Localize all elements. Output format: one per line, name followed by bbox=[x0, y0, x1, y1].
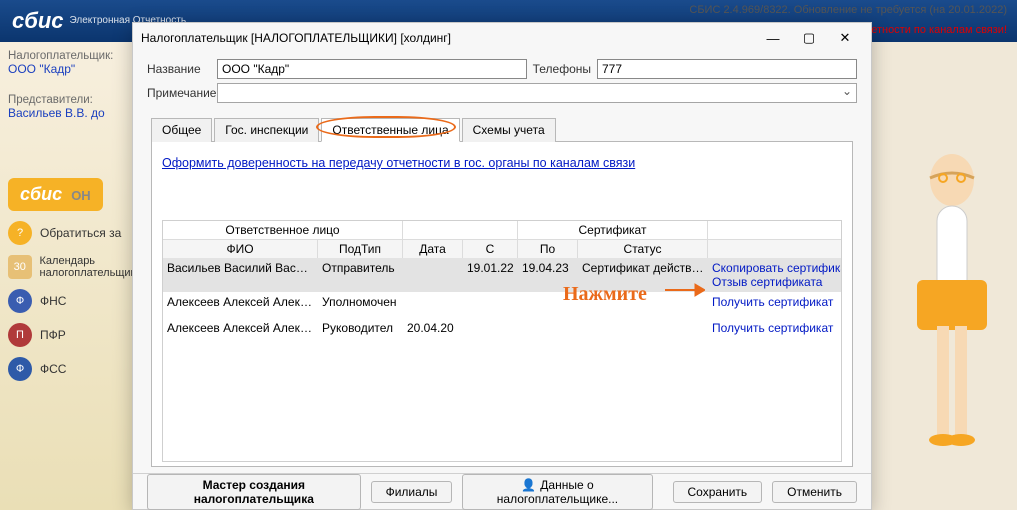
fss-icon: Ф bbox=[8, 357, 32, 381]
phone-label: Телефоны bbox=[527, 62, 597, 76]
wizard-button[interactable]: Мастер создания налогоплательщика bbox=[147, 474, 361, 510]
app-logo: сбис bbox=[12, 8, 64, 34]
name-label: Название bbox=[147, 62, 217, 76]
warning-label: етности по каналам связи! bbox=[871, 24, 1007, 36]
revoke-cert-link[interactable]: Отзыв сертификата bbox=[712, 275, 822, 289]
close-button[interactable]: ✕ bbox=[827, 27, 863, 49]
copy-cert-link[interactable]: Скопировать сертификат bbox=[712, 261, 842, 275]
sidebar-logo: сбис ОН bbox=[8, 178, 103, 211]
pfr-icon: П bbox=[8, 323, 32, 347]
col-status: Статус bbox=[578, 240, 708, 258]
proxy-link[interactable]: Оформить доверенность на передачу отчетн… bbox=[162, 156, 842, 170]
note-label: Примечание bbox=[147, 86, 217, 100]
taxpayer-dialog: Налогоплательщик [НАЛОГОПЛАТЕЛЬЩИКИ] [хо… bbox=[132, 22, 872, 510]
phone-input[interactable] bbox=[597, 59, 857, 79]
taxpayer-data-button[interactable]: 👤Данные о налогоплательщике... bbox=[462, 474, 652, 510]
branches-button[interactable]: Филиалы bbox=[371, 481, 453, 503]
tab-inspections[interactable]: Гос. инспекции bbox=[214, 118, 319, 142]
table-row[interactable]: Алексеев Алексей Алексее Уполномочен Пол… bbox=[163, 292, 841, 312]
fns-icon: Ф bbox=[8, 289, 32, 313]
assistant-illustration bbox=[897, 140, 1007, 460]
get-cert-link[interactable]: Получить сертификат bbox=[712, 295, 833, 309]
col-to: По bbox=[518, 240, 578, 258]
col-type: ПодТип bbox=[318, 240, 403, 258]
cancel-button[interactable]: Отменить bbox=[772, 481, 857, 503]
dialog-title: Налогоплательщик [НАЛОГОПЛАТЕЛЬЩИКИ] [хо… bbox=[141, 31, 451, 45]
version-label: СБИС 2.4.969/8322. Обновление не требует… bbox=[689, 4, 1007, 16]
tab-general[interactable]: Общее bbox=[151, 118, 212, 142]
name-input[interactable] bbox=[217, 59, 527, 79]
col-from: С bbox=[463, 240, 518, 258]
col-group-cert: Сертификат bbox=[518, 221, 708, 239]
table-row[interactable]: Алексеев Алексей Алексее Руководител 20.… bbox=[163, 318, 841, 338]
calendar-icon: 30 bbox=[8, 255, 32, 279]
person-icon: 👤 bbox=[521, 478, 536, 492]
get-cert-link[interactable]: Получить сертификат bbox=[712, 321, 833, 335]
col-group-date bbox=[403, 221, 518, 239]
minimize-button[interactable]: — bbox=[755, 27, 791, 49]
col-date: Дата bbox=[403, 240, 463, 258]
col-group-person: Ответственное лицо bbox=[163, 221, 403, 239]
contact-icon: ? bbox=[8, 221, 32, 245]
responsible-grid: Ответственное лицо Сертификат ФИО ПодТип… bbox=[162, 220, 842, 462]
tab-responsible[interactable]: Ответственные лица bbox=[321, 118, 459, 142]
table-row[interactable]: Васильев Василий Василье Отправитель 19.… bbox=[163, 258, 841, 292]
tab-schemes[interactable]: Схемы учета bbox=[462, 118, 556, 142]
maximize-button[interactable]: ▢ bbox=[791, 27, 827, 49]
note-combo[interactable] bbox=[217, 83, 857, 103]
save-button[interactable]: Сохранить bbox=[673, 481, 763, 503]
col-group-actions bbox=[708, 221, 842, 239]
col-fio: ФИО bbox=[163, 240, 318, 258]
